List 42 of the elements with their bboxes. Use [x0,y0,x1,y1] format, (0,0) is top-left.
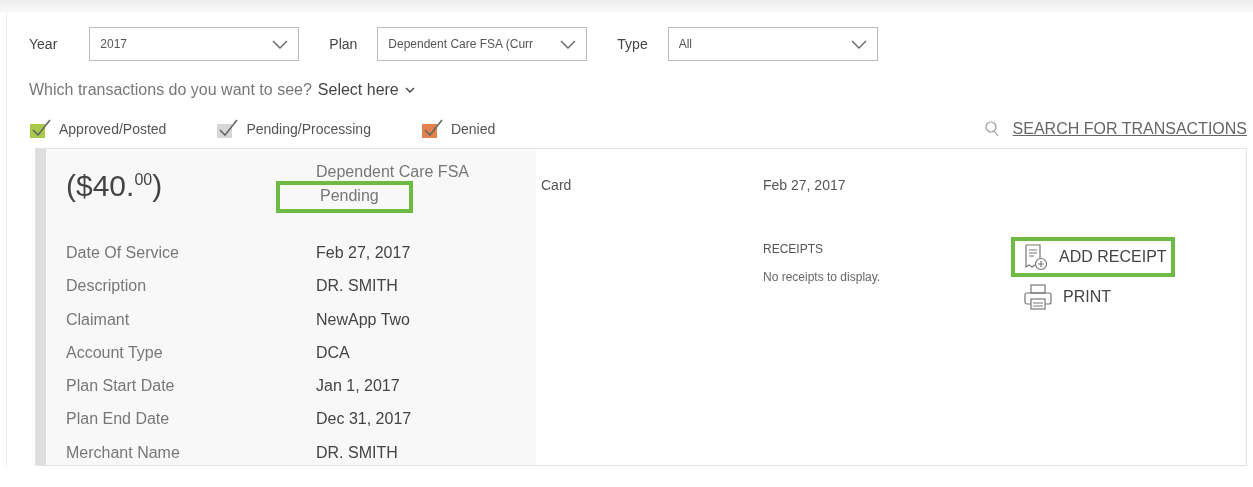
detail-label: Date Of Service [66,243,180,263]
legend-label: Denied [450,121,496,137]
printer-icon [1023,283,1053,311]
detail-label: Plan Start Date [66,376,176,397]
filter-label: Year [29,36,58,52]
chevron-down-icon [404,87,415,93]
detail-value: Feb 27, 2017 [316,243,412,263]
detail-value: NewApp Two [316,309,411,330]
transaction-date: Feb 27, 2017 [763,176,847,195]
dropdown[interactable]: All [667,27,878,61]
add-receipt-button[interactable]: ADD RECEIPT [1011,237,1175,277]
dropdown[interactable]: Dependent Care FSA (Curr [377,27,588,61]
detail-value: DR. SMITH [316,442,399,463]
receipts-empty-text: No receipts to display. [763,270,882,284]
question-text: Which transactions do you want to see? [29,81,312,99]
dropdown[interactable]: 2017 [89,27,300,61]
plan-name: Dependent Care FSA [316,163,470,181]
payment-method: Card [541,176,573,195]
select-here-link[interactable]: Select here [317,81,399,99]
filter-label: Plan [329,36,358,52]
detail-label: Description [66,276,148,297]
receipts-heading: RECEIPTS [763,242,824,256]
detail-label: Account Type [66,342,164,363]
detail-value: DR. SMITH [316,276,399,297]
detail-value: DCA [316,342,351,363]
chevron-down-icon [850,39,867,49]
search-icon [984,121,999,137]
detail-label: Claimant [66,309,131,330]
legend-label: Pending/Processing [246,121,371,137]
legend-label: Approved/Posted [59,121,167,137]
detail-label: Merchant Name [66,442,181,463]
receipt-plus-icon [1023,243,1049,271]
detail-value: Jan 1, 2017 [316,376,401,397]
chevron-down-icon [560,39,577,49]
chevron-down-icon [272,39,289,49]
detail-label: Plan End Date [66,409,171,430]
print-button[interactable]: PRINT [1011,277,1119,317]
amount: ($40.$^{00}$) [66,168,164,204]
detail-value: Dec 31, 2017 [316,409,413,430]
status-text: Pending [276,181,413,213]
search-transactions-link[interactable]: SEARCH FOR TRANSACTIONS [1012,120,1247,138]
filter-label: Type [617,36,648,52]
